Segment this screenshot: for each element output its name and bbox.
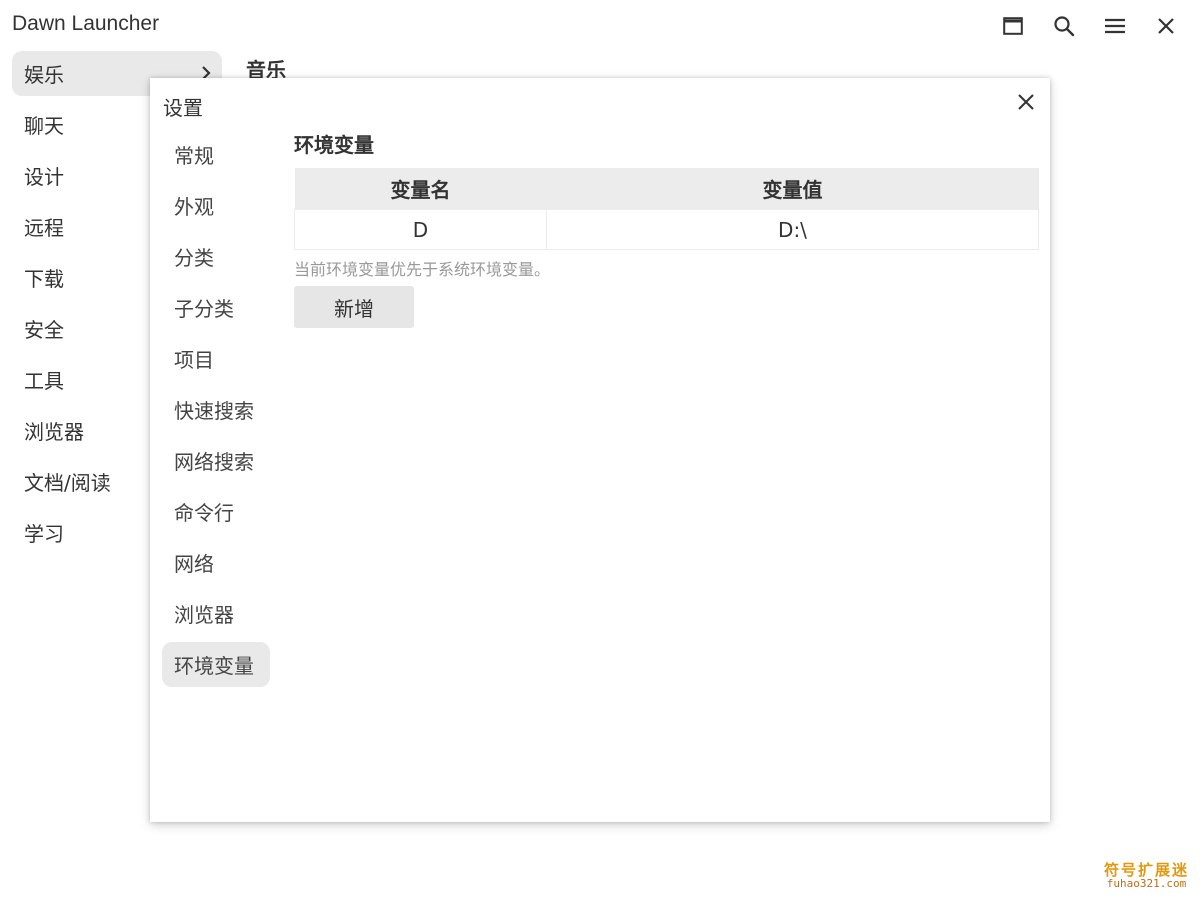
env-hint-text: 当前环境变量优先于系统环境变量。 — [294, 260, 551, 279]
variable-value-cell[interactable]: D:\ — [546, 209, 1039, 250]
sidebar-item-label: 聊天 — [24, 114, 64, 138]
column-header-name: 变量名 — [294, 168, 547, 210]
sidebar-item-label: 浏览器 — [24, 420, 84, 444]
close-icon — [1018, 94, 1034, 110]
menu-icon — [1104, 18, 1125, 34]
env-variables-table: 变量名 变量值 D D:\ — [294, 168, 1039, 250]
app-title: Dawn Launcher — [12, 12, 160, 35]
settings-nav-web-search[interactable]: 网络搜索 — [162, 438, 272, 483]
table-header-row: 变量名 变量值 — [294, 168, 1039, 210]
settings-nav-subcategory[interactable]: 子分类 — [162, 285, 272, 330]
sidebar-item-label: 文档/阅读 — [24, 471, 111, 495]
close-icon — [1157, 18, 1174, 34]
watermark-text: 符号扩展迷 — [1103, 860, 1189, 879]
settings-nav-environment-variables[interactable]: 环境变量 — [162, 642, 270, 687]
watermark-logo: 符号扩展迷 fuhao321.com — [1103, 860, 1189, 891]
settings-nav: 常规 外观 分类 子分类 项目 快速搜索 网络搜索 命令行 网络 浏览器 环境变… — [162, 132, 272, 693]
column-header-value: 变量值 — [546, 168, 1039, 210]
sidebar-item-label: 安全 — [24, 318, 64, 342]
settings-nav-browser[interactable]: 浏览器 — [162, 591, 272, 636]
table-row[interactable]: D D:\ — [294, 209, 1039, 250]
settings-nav-quick-search[interactable]: 快速搜索 — [162, 387, 272, 432]
sidebar-item-label: 娱乐 — [24, 63, 64, 87]
sidebar-item-label: 远程 — [24, 216, 64, 240]
settings-nav-items[interactable]: 项目 — [162, 336, 272, 381]
menu-button[interactable] — [1093, 10, 1136, 42]
sidebar-item-label: 设计 — [24, 165, 64, 189]
close-window-button[interactable] — [1144, 10, 1187, 42]
settings-nav-network[interactable]: 网络 — [162, 540, 272, 585]
dialog-title: 设置 — [163, 96, 203, 120]
dialog-close-button[interactable] — [1012, 88, 1040, 116]
settings-nav-command-line[interactable]: 命令行 — [162, 489, 272, 534]
sidebar-item-label: 工具 — [24, 369, 64, 393]
window-controls — [991, 10, 1187, 42]
panel-title: 环境变量 — [294, 133, 374, 157]
add-variable-button[interactable]: 新增 — [294, 286, 414, 328]
sidebar-item-label: 学习 — [24, 522, 64, 546]
sidebar-item-label: 下载 — [24, 267, 64, 291]
settings-nav-category[interactable]: 分类 — [162, 234, 272, 279]
settings-nav-general[interactable]: 常规 — [162, 132, 272, 177]
search-icon — [1053, 16, 1074, 37]
search-button[interactable] — [1042, 10, 1085, 42]
settings-nav-appearance[interactable]: 外观 — [162, 183, 272, 228]
watermark-url: fuhao321.com — [1106, 877, 1187, 891]
maximize-button[interactable] — [991, 10, 1034, 42]
environment-variables-panel: 环境变量 变量名 变量值 D D:\ 当前环境变量优先于系统环境变量。 新增 — [294, 130, 1039, 328]
maximize-icon — [1002, 17, 1023, 35]
variable-name-cell[interactable]: D — [294, 209, 547, 250]
settings-dialog: 设置 常规 外观 分类 子分类 项目 快速搜索 网络搜索 命令行 网络 浏览器 … — [150, 78, 1050, 822]
